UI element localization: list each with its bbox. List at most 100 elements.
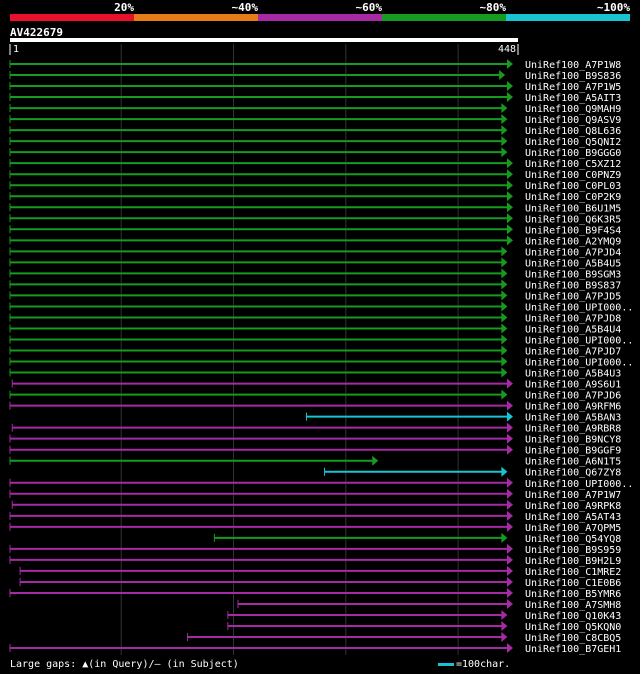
hit-row[interactable]: UniRef100_C0PNZ9 — [9, 169, 621, 181]
hit-label[interactable]: UniRef100_A9RBR8 — [525, 424, 621, 435]
hit-row[interactable]: UniRef100_A7PJD4 — [9, 246, 621, 258]
hit-row[interactable]: UniRef100_A5B4U5 — [9, 257, 621, 269]
hit-row[interactable]: UniRef100_B5YMR6 — [9, 587, 621, 600]
hit-row[interactable]: UniRef100_Q67ZY8 — [323, 466, 621, 479]
hit-label[interactable]: UniRef100_C1E0B6 — [525, 578, 621, 589]
hit-label[interactable]: UniRef100_A7QPM5 — [525, 523, 621, 534]
hit-row[interactable]: UniRef100_Q5KQN0 — [227, 621, 621, 633]
hit-row[interactable]: UniRef100_A9S6U1 — [11, 378, 621, 391]
hit-label[interactable]: UniRef100_Q10K43 — [525, 611, 621, 622]
hit-row[interactable]: UniRef100_B7GEH1 — [9, 643, 621, 655]
hit-label[interactable]: UniRef100_UPI000.. — [525, 336, 633, 347]
hit-label[interactable]: UniRef100_A9S6U1 — [525, 380, 621, 391]
hit-row[interactable]: UniRef100_C5XZ12 — [9, 158, 621, 170]
hit-row[interactable]: UniRef100_A7PJD7 — [9, 345, 621, 358]
hit-row[interactable]: UniRef100_UPI000.. — [9, 301, 633, 313]
hit-row[interactable]: UniRef100_C8CBQ5 — [186, 632, 621, 644]
hit-row[interactable]: UniRef100_B9GGF9 — [9, 444, 621, 457]
hit-row[interactable]: UniRef100_A5B4U4 — [9, 323, 621, 335]
hit-row[interactable]: UniRef100_Q6K3R5 — [9, 213, 621, 225]
hit-row[interactable]: UniRef100_B9F4S4 — [9, 224, 621, 236]
hit-row[interactable]: UniRef100_A6N1T5 — [9, 455, 621, 468]
hit-row[interactable]: UniRef100_UPI000.. — [9, 477, 633, 490]
hit-label[interactable]: UniRef100_B9H2L9 — [525, 556, 621, 567]
hit-label[interactable]: UniRef100_Q8L636 — [525, 126, 621, 137]
hit-label[interactable]: UniRef100_C0PL03 — [525, 181, 621, 192]
hit-label[interactable]: UniRef100_B9S959 — [525, 545, 621, 556]
hit-label[interactable]: UniRef100_A5B4U3 — [525, 369, 621, 380]
hit-label[interactable]: UniRef100_A7P1W8 — [525, 60, 621, 71]
hit-label[interactable]: UniRef100_A5AT43 — [525, 512, 621, 523]
hit-row[interactable]: UniRef100_A5B4U3 — [9, 367, 621, 380]
hit-label[interactable]: UniRef100_A7PJD8 — [525, 313, 621, 324]
hit-label[interactable]: UniRef100_C0PNZ9 — [525, 170, 621, 181]
hit-row[interactable]: UniRef100_A9RFM6 — [9, 400, 621, 413]
hit-row[interactable]: UniRef100_Q54YQ8 — [213, 532, 621, 545]
hit-row[interactable]: UniRef100_B9H2L9 — [9, 554, 621, 567]
hit-label[interactable]: UniRef100_B7GEH1 — [525, 644, 621, 655]
hit-label[interactable]: UniRef100_A5BAN3 — [525, 413, 621, 424]
hit-row[interactable]: UniRef100_A9RBR8 — [11, 422, 621, 435]
hit-row[interactable]: UniRef100_UPI000.. — [9, 334, 633, 347]
hit-label[interactable]: UniRef100_A7PJD4 — [525, 247, 621, 258]
hit-label[interactable]: UniRef100_Q5KQN0 — [525, 622, 621, 633]
hit-row[interactable]: UniRef100_A5BAN3 — [305, 411, 621, 424]
hit-row[interactable]: UniRef100_A7PJD5 — [9, 290, 621, 302]
hit-label[interactable]: UniRef100_B5YMR6 — [525, 589, 621, 600]
hit-label[interactable]: UniRef100_A5AIT3 — [525, 93, 621, 104]
hit-row[interactable]: UniRef100_UPI000.. — [9, 356, 633, 369]
hit-label[interactable]: UniRef100_B9GGF9 — [525, 446, 621, 457]
hit-label[interactable]: UniRef100_B9GGG0 — [525, 148, 621, 159]
hit-row[interactable]: UniRef100_A7P1W5 — [9, 81, 621, 93]
hit-row[interactable]: UniRef100_B9S836 — [9, 70, 621, 82]
hit-label[interactable]: UniRef100_A2YMQ9 — [525, 236, 621, 247]
hit-row[interactable]: UniRef100_A7SMH8 — [237, 598, 621, 611]
hit-label[interactable]: UniRef100_B9S836 — [525, 71, 621, 82]
hit-row[interactable]: UniRef100_A5AT43 — [9, 510, 621, 523]
hit-row[interactable]: UniRef100_A7PJD6 — [9, 389, 621, 402]
hit-row[interactable]: UniRef100_B9S959 — [9, 543, 621, 556]
hit-row[interactable]: UniRef100_A7QPM5 — [9, 521, 621, 534]
hit-row[interactable]: UniRef100_A7P1W7 — [9, 488, 621, 501]
hit-label[interactable]: UniRef100_A7PJD5 — [525, 291, 621, 302]
hit-label[interactable]: UniRef100_Q9MAH9 — [525, 104, 621, 115]
hit-row[interactable]: UniRef100_B9NCY8 — [9, 433, 621, 446]
hit-label[interactable]: UniRef100_A7P1W5 — [525, 82, 621, 93]
hit-label[interactable]: UniRef100_A5B4U4 — [525, 324, 621, 335]
hit-label[interactable]: UniRef100_A9RFM6 — [525, 402, 621, 413]
hit-label[interactable]: UniRef100_A7PJD6 — [525, 391, 621, 402]
hit-label[interactable]: UniRef100_B9NCY8 — [525, 435, 621, 446]
hit-row[interactable]: UniRef100_C1E0B6 — [19, 576, 621, 589]
hit-row[interactable]: UniRef100_C1MRE2 — [19, 565, 621, 578]
hit-label[interactable]: UniRef100_C5XZ12 — [525, 159, 621, 170]
hit-row[interactable]: UniRef100_Q9ASV9 — [9, 114, 621, 126]
hit-label[interactable]: UniRef100_A7SMH8 — [525, 600, 621, 611]
hit-label[interactable]: UniRef100_A6N1T5 — [525, 457, 621, 468]
hit-label[interactable]: UniRef100_B9S837 — [525, 280, 621, 291]
hit-label[interactable]: UniRef100_Q54YQ8 — [525, 534, 621, 545]
hit-label[interactable]: UniRef100_A7P1W7 — [525, 490, 621, 501]
hit-label[interactable]: UniRef100_Q67ZY8 — [525, 468, 621, 479]
hit-label[interactable]: UniRef100_A5B4U5 — [525, 258, 621, 269]
hit-label[interactable]: UniRef100_B9SGM3 — [525, 269, 621, 280]
hit-row[interactable]: UniRef100_A7P1W8 — [9, 59, 621, 71]
hit-label[interactable]: UniRef100_UPI000.. — [525, 479, 633, 490]
hit-row[interactable]: UniRef100_C0PL03 — [9, 180, 621, 192]
hit-label[interactable]: UniRef100_Q6K3R5 — [525, 214, 621, 225]
hit-row[interactable]: UniRef100_B9SGM3 — [9, 268, 621, 280]
hit-label[interactable]: UniRef100_C8CBQ5 — [525, 633, 621, 644]
hit-row[interactable]: UniRef100_B9GGG0 — [9, 147, 621, 159]
hit-row[interactable]: UniRef100_Q9MAH9 — [9, 103, 621, 115]
hit-row[interactable]: UniRef100_A7PJD8 — [9, 312, 621, 324]
hit-row[interactable]: UniRef100_A5AIT3 — [9, 92, 621, 104]
hit-label[interactable]: UniRef100_Q9ASV9 — [525, 115, 621, 126]
hit-label[interactable]: UniRef100_UPI000.. — [525, 302, 633, 313]
hit-row[interactable]: UniRef100_A2YMQ9 — [9, 235, 621, 247]
hit-label[interactable]: UniRef100_B6U1M5 — [525, 203, 621, 214]
hit-row[interactable]: UniRef100_A9RPK8 — [11, 499, 621, 512]
hit-row[interactable]: UniRef100_Q8L636 — [9, 125, 621, 137]
hit-row[interactable]: UniRef100_B9S837 — [9, 279, 621, 291]
hit-row[interactable]: UniRef100_Q10K43 — [227, 610, 621, 622]
hit-label[interactable]: UniRef100_UPI000.. — [525, 358, 633, 369]
hit-label[interactable]: UniRef100_Q5QNI2 — [525, 137, 621, 148]
